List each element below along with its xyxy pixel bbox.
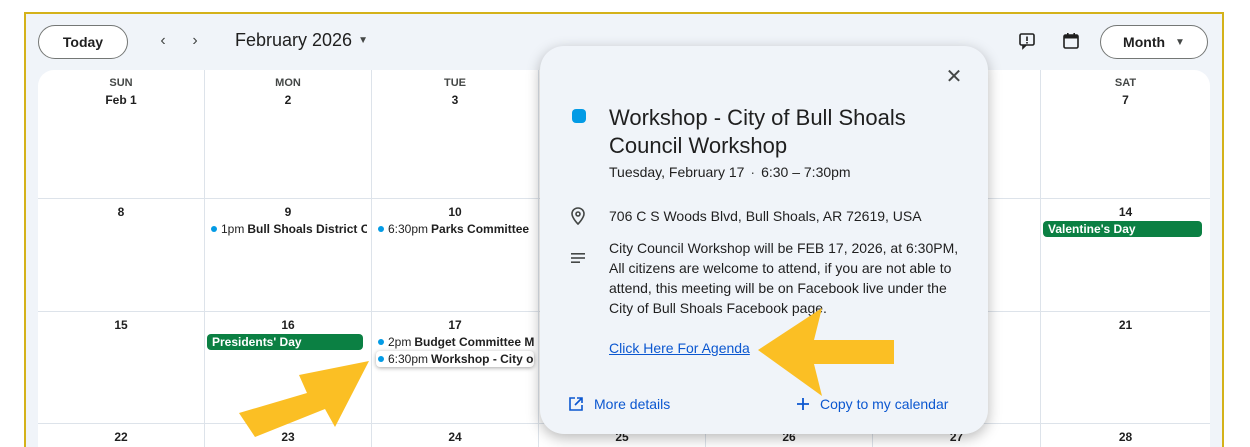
event-item[interactable]: 6:30pm Parks Committee <box>376 221 534 237</box>
event-date: Tuesday, February 17 <box>609 164 745 180</box>
weekday-label: SAT <box>1114 77 1137 89</box>
day-number[interactable]: 21 <box>1041 318 1210 332</box>
day-cell[interactable]: TUE 3 <box>372 70 539 199</box>
day-number[interactable]: 28 <box>1041 430 1210 444</box>
holiday-chip[interactable]: Presidents' Day <box>207 334 363 350</box>
more-details-label: More details <box>594 396 671 412</box>
event-location[interactable]: 706 C S Woods Blvd, Bull Shoals, AR 7261… <box>609 208 922 224</box>
feedback-icon <box>1019 33 1035 50</box>
event-dot <box>378 226 384 232</box>
next-month-button[interactable]: › <box>183 29 207 53</box>
day-cell[interactable]: 10 6:30pm Parks Committee <box>372 199 539 312</box>
event-time: 6:30pm <box>388 222 429 236</box>
chevron-right-icon: › <box>192 32 198 49</box>
view-label: Month <box>1123 34 1166 50</box>
previous-month-button[interactable]: ‹ <box>151 29 175 53</box>
day-number[interactable]: 10 <box>372 205 538 219</box>
close-icon: ✕ <box>945 65 963 88</box>
day-cell[interactable]: SUN Feb 1 <box>38 70 205 199</box>
caret-down-icon: ▼ <box>358 35 368 46</box>
event-dot <box>378 356 384 362</box>
copy-to-calendar-button[interactable]: Copy to my calendar <box>796 396 948 412</box>
event-time: 6:30 – 7:30pm <box>761 164 851 180</box>
event-title: Budget Committee M <box>414 335 534 349</box>
day-cell[interactable]: 17 2pm Budget Committee M 6:30pm Worksho… <box>372 312 539 424</box>
chevron-left-icon: ‹ <box>160 32 166 49</box>
weekday-label: MON <box>275 77 301 89</box>
open-in-new-icon <box>569 397 583 411</box>
more-details-button[interactable]: More details <box>568 396 670 412</box>
description-icon <box>568 248 588 268</box>
day-cell[interactable]: 28 <box>1041 424 1210 447</box>
month-title-dropdown[interactable]: February 2026 ▼ <box>235 30 368 51</box>
calendar-view-button[interactable] <box>1059 29 1083 53</box>
event-color-icon <box>572 109 586 123</box>
weekday-label: TUE <box>444 77 466 89</box>
month-title: February 2026 <box>235 30 353 50</box>
close-button[interactable]: ✕ <box>944 65 964 88</box>
separator-dot: · <box>750 164 756 180</box>
agenda-link[interactable]: Click Here For Agenda <box>609 340 750 356</box>
day-number[interactable]: 24 <box>372 430 538 444</box>
event-title: Parks Committee <box>431 222 530 236</box>
event-time: 6:30pm <box>388 352 429 366</box>
day-cell[interactable]: 14 Valentine's Day <box>1041 199 1210 312</box>
event-title: Workshop - City of Bull Shoals Council W… <box>609 105 906 158</box>
event-dot <box>211 226 217 232</box>
weekday-label: SUN <box>109 77 133 89</box>
day-cell[interactable]: 9 1pm Bull Shoals District C <box>205 199 372 312</box>
day-cell[interactable]: MON 2 <box>205 70 372 199</box>
view-selector-button[interactable]: Month ▼ <box>1100 25 1208 59</box>
event-title: Workshop - City o <box>431 352 534 366</box>
day-number[interactable]: 9 <box>205 205 371 219</box>
day-number[interactable]: 16 <box>205 318 371 332</box>
event-dot <box>378 339 384 345</box>
day-number[interactable]: 8 <box>38 205 204 219</box>
event-item[interactable]: 1pm Bull Shoals District C <box>209 221 367 237</box>
day-number[interactable]: 2 <box>205 93 371 107</box>
day-number[interactable]: 15 <box>38 318 204 332</box>
today-button[interactable]: Today <box>38 25 128 59</box>
day-number[interactable]: 17 <box>372 318 538 332</box>
day-number[interactable]: 3 <box>372 93 538 107</box>
copy-label: Copy to my calendar <box>820 396 949 412</box>
annotation-arrow-icon <box>758 308 894 396</box>
event-title: Bull Shoals District C <box>247 222 367 236</box>
event-datetime: Tuesday, February 17 · 6:30 – 7:30pm <box>609 164 851 180</box>
day-number[interactable]: Feb 1 <box>38 93 204 107</box>
day-cell[interactable]: 24 <box>372 424 539 447</box>
caret-down-icon: ▼ <box>1175 36 1185 48</box>
day-cell[interactable]: 21 <box>1041 312 1210 424</box>
day-cell[interactable]: SAT 7 <box>1041 70 1210 199</box>
event-time: 2pm <box>388 335 412 349</box>
day-number[interactable]: 22 <box>38 430 204 444</box>
day-cell[interactable]: 22 <box>38 424 205 447</box>
holiday-chip[interactable]: Valentine's Day <box>1043 221 1202 237</box>
event-time: 1pm <box>221 222 245 236</box>
day-cell[interactable]: 8 <box>38 199 205 312</box>
calendar-icon <box>1063 33 1079 49</box>
location-pin-icon <box>568 206 588 226</box>
feedback-button[interactable] <box>1015 29 1039 53</box>
annotation-arrow-icon <box>239 361 369 437</box>
selected-event-item[interactable]: 6:30pm Workshop - City o <box>376 351 534 367</box>
event-item[interactable]: 2pm Budget Committee M <box>376 334 534 350</box>
day-cell[interactable]: 15 <box>38 312 205 424</box>
plus-icon <box>797 398 809 410</box>
day-number[interactable]: 14 <box>1041 205 1210 219</box>
day-number[interactable]: 7 <box>1041 93 1210 107</box>
